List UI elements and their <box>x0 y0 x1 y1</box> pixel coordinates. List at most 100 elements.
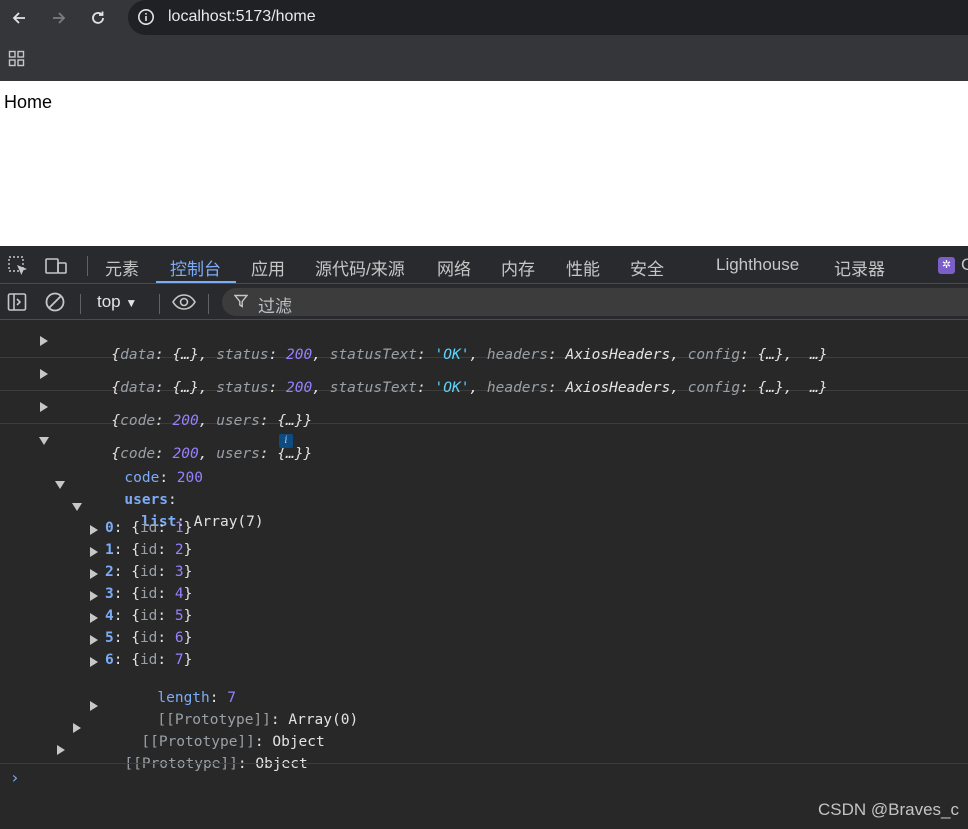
tab-memory[interactable]: 内存 <box>501 255 535 280</box>
context-selector[interactable]: top ▼ <box>97 292 137 312</box>
divider <box>208 294 209 314</box>
tab-performance[interactable]: 性能 <box>566 255 600 280</box>
item-id-value: 3 <box>174 564 184 580</box>
extension-tab-icon[interactable]: ✲ <box>938 257 955 274</box>
expand-triangle-icon[interactable] <box>90 701 98 711</box>
expand-triangle-icon[interactable] <box>90 657 98 667</box>
console-output: {data: {…}, status: 200, statusText: 'OK… <box>0 321 968 829</box>
item-id-key: id <box>139 520 158 536</box>
collapse-triangle-icon[interactable] <box>72 503 82 511</box>
console-message[interactable]: {code: 200, users: {…}} <box>0 391 968 429</box>
page-viewport: Home <box>0 81 968 246</box>
item-index: 1 <box>105 542 114 558</box>
list-item[interactable]: 5: {id: 6} <box>0 630 400 652</box>
list-item[interactable]: 1: {id: 2} <box>0 542 400 564</box>
filter-input[interactable]: 过滤 <box>222 288 968 316</box>
item-id-value: 5 <box>174 608 184 624</box>
bookmarks-bar <box>0 36 968 81</box>
console-message-expanded[interactable]: {code: 200, users: {…}} i code: 200 user… <box>0 424 968 772</box>
key-users: users <box>216 446 260 462</box>
item-id-key: id <box>139 564 158 580</box>
expand-triangle-icon[interactable] <box>40 369 48 379</box>
expand-triangle-icon[interactable] <box>90 613 98 623</box>
list-item[interactable]: 4: {id: 5} <box>0 608 400 630</box>
list-item[interactable]: 2: {id: 3} <box>0 564 400 586</box>
item-id-value: 1 <box>174 520 184 536</box>
sidebar-toggle-icon[interactable] <box>7 292 27 317</box>
collapse-triangle-icon[interactable] <box>55 481 65 489</box>
tab-network[interactable]: 网络 <box>437 255 471 280</box>
info-badge-icon[interactable]: i <box>279 434 293 448</box>
item-index: 5 <box>105 630 114 646</box>
devtools-tab-bar: 元素 控制台 应用 源代码/来源 网络 内存 性能 安全 Lighthouse … <box>0 246 968 284</box>
users-value: {…} <box>277 446 304 462</box>
prototype-key: [[Prototype]] <box>124 756 238 772</box>
expand-triangle-icon[interactable] <box>40 336 48 346</box>
arrow-left-icon <box>12 12 25 24</box>
apps-grid-icon[interactable] <box>8 50 26 73</box>
item-index: 6 <box>105 652 114 668</box>
expand-triangle-icon[interactable] <box>90 569 98 579</box>
item-index: 2 <box>105 564 114 580</box>
list-item[interactable]: 6: {id: 7} <box>0 652 400 674</box>
filter-icon <box>233 294 249 313</box>
address-bar[interactable]: localhost:5173/home <box>128 0 968 35</box>
reload-button[interactable] <box>85 5 111 31</box>
expand-triangle-icon[interactable] <box>90 635 98 645</box>
item-id-key: id <box>139 608 158 624</box>
back-button[interactable] <box>6 5 32 31</box>
console-toolbar: top ▼ 过滤 <box>0 285 968 320</box>
tab-elements[interactable]: 元素 <box>105 255 139 280</box>
tab-console[interactable]: 控制台 <box>170 255 221 280</box>
divider <box>159 294 160 314</box>
divider <box>87 256 88 276</box>
active-tab-indicator <box>156 281 236 283</box>
item-id-key: id <box>139 542 158 558</box>
clear-console-icon[interactable] <box>44 291 66 318</box>
inspect-element-icon[interactable] <box>7 255 29 282</box>
divider <box>80 294 81 314</box>
browser-toolbar: localhost:5173/home <box>0 0 968 36</box>
console-prompt[interactable]: › <box>10 768 20 787</box>
prototype-value: Object <box>255 756 308 772</box>
item-index: 4 <box>105 608 114 624</box>
reload-icon <box>92 11 104 24</box>
console-message[interactable]: {data: {…}, status: 200, statusText: 'OK… <box>0 358 968 396</box>
forward-button[interactable] <box>46 5 72 31</box>
filter-placeholder: 过滤 <box>258 297 292 316</box>
device-toolbar-icon[interactable] <box>44 255 68 282</box>
item-id-key: id <box>139 630 158 646</box>
context-value: top <box>97 292 121 311</box>
expand-triangle-icon[interactable] <box>90 525 98 535</box>
item-id-value: 7 <box>174 652 184 668</box>
list-item[interactable]: 0: {id: 1} <box>0 520 400 542</box>
item-id-value: 6 <box>174 630 184 646</box>
list-item[interactable]: 3: {id: 4} <box>0 586 400 608</box>
tab-recorder[interactable]: 记录器 <box>834 255 885 280</box>
extension-tab-label-clipped[interactable]: C <box>961 255 968 275</box>
arrow-right-icon <box>53 12 66 24</box>
console-message[interactable]: {data: {…}, status: 200, statusText: 'OK… <box>0 325 968 363</box>
expand-triangle-icon[interactable] <box>90 591 98 601</box>
item-index: 3 <box>105 586 114 602</box>
watermark: CSDN @Braves_c <box>818 800 960 819</box>
expand-triangle-icon[interactable] <box>57 745 65 755</box>
tab-lighthouse[interactable]: Lighthouse <box>716 255 799 275</box>
item-id-key: id <box>139 586 158 602</box>
expand-triangle-icon[interactable] <box>40 402 48 412</box>
prop-code-value: 200 <box>176 470 203 486</box>
site-info-icon[interactable] <box>136 7 156 27</box>
expand-triangle-icon[interactable] <box>90 547 98 557</box>
expand-triangle-icon[interactable] <box>73 723 81 733</box>
tab-application[interactable]: 应用 <box>251 255 285 280</box>
divider <box>0 763 968 764</box>
chevron-down-icon: ▼ <box>125 296 138 310</box>
page-heading: Home <box>4 92 53 112</box>
item-id-key: id <box>139 652 158 668</box>
item-id-value: 4 <box>174 586 184 602</box>
live-expression-eye-icon[interactable] <box>171 293 197 316</box>
tab-sources[interactable]: 源代码/来源 <box>315 255 405 280</box>
url-text[interactable]: localhost:5173/home <box>168 8 316 26</box>
tab-security[interactable]: 安全 <box>630 255 664 280</box>
collapse-triangle-icon[interactable] <box>39 437 49 445</box>
